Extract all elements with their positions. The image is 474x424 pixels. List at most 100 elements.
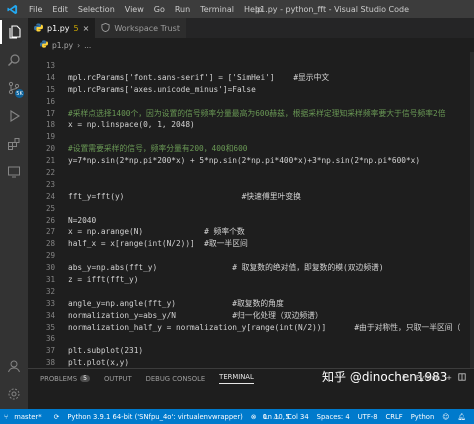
tab-label: OUTPUT <box>103 374 132 383</box>
menu-selection[interactable]: Selection <box>73 5 120 14</box>
code-line[interactable]: x = np.linspace(0, 1, 2048) <box>68 119 474 131</box>
code-comment-line[interactable]: #采样点选择1400个，因为设置的信号频率分量最高为600赫兹，根据采样定理知采… <box>68 108 474 120</box>
tab-p1-py[interactable]: p1.py 5 × <box>28 18 96 38</box>
encoding[interactable]: UTF-8 <box>354 413 382 421</box>
indentation[interactable]: Spaces: 4 <box>313 413 354 421</box>
tab-label: TERMINAL <box>219 373 254 381</box>
tab-debug-console[interactable]: DEBUG CONSOLE <box>146 375 206 383</box>
line-number: 23 <box>45 179 55 189</box>
line-number: 31 <box>45 275 55 285</box>
language-mode[interactable]: Python <box>407 413 439 421</box>
branch-indicator[interactable]: ⑂ master* <box>0 413 50 421</box>
code-line[interactable] <box>68 179 474 191</box>
breadcrumb-file[interactable]: p1.py <box>52 41 73 50</box>
menu-bar: File Edit Selection View Go Run Terminal… <box>24 5 267 14</box>
code-comment-line[interactable]: #设置需要采样的信号，频率分量有200，400和600 <box>68 143 474 155</box>
remote-explorer-icon[interactable] <box>0 160 28 184</box>
breadcrumb: p1.py › ... <box>28 38 474 52</box>
code-line[interactable]: mpl.rcParams['font.sans-serif'] = ['SimH… <box>68 72 474 84</box>
code-line[interactable] <box>68 167 474 179</box>
tab-label: PROBLEMS <box>40 374 78 383</box>
code-line[interactable]: N=2040 <box>68 215 474 227</box>
line-number: 26 <box>45 215 55 225</box>
code-line[interactable]: z = ifft(fft_y) <box>68 274 474 286</box>
run-debug-icon[interactable] <box>0 104 28 128</box>
menu-file[interactable]: File <box>24 5 47 14</box>
tab-output[interactable]: OUTPUT <box>104 375 132 383</box>
code-line[interactable]: x = np.arange(N) # 频率个数 <box>68 226 474 238</box>
code-line[interactable]: normalization_y=abs_y/N #归一化处理（双边频谱） <box>68 310 474 322</box>
line-number: 37 <box>45 346 55 356</box>
code-line[interactable]: plt.plot(x,y) <box>68 357 474 368</box>
code-line[interactable] <box>68 203 474 215</box>
line-ending[interactable]: CRLF <box>382 413 407 421</box>
line-number: 30 <box>45 263 55 273</box>
cursor-position[interactable]: Ln 10, Col 34 <box>260 413 313 421</box>
code-line[interactable]: mpl.rcParams['axes.unicode_minus']=False <box>68 84 474 96</box>
line-number: 15 <box>45 84 55 94</box>
line-number: 22 <box>45 168 55 178</box>
explorer-icon[interactable] <box>0 20 28 44</box>
tab-workspace-trust[interactable]: Workspace Trust <box>95 18 186 38</box>
python-interpreter[interactable]: Python 3.9.1 64-bit ('SNfpu_4o': virtual… <box>63 413 246 421</box>
code-line[interactable]: angle_y=np.angle(fft_y) #取复数的角度 <box>68 298 474 310</box>
panel-actions: Python + <box>402 373 466 383</box>
code-area[interactable]: mpl.rcParams['font.sans-serif'] = ['SimH… <box>68 60 474 368</box>
line-number: 18 <box>45 120 55 130</box>
extensions-icon[interactable] <box>0 132 28 156</box>
line-number: 13 <box>45 61 55 70</box>
line-number: 27 <box>45 227 55 237</box>
problems-count-badge: 5 <box>80 375 90 382</box>
sync-icon[interactable]: ⟳ <box>50 413 64 421</box>
tab-terminal[interactable]: TERMINAL <box>219 373 254 384</box>
code-line[interactable]: abs_y=np.abs(fft_y) # 取复数的绝对值，即复数的模(双边频谱… <box>68 262 474 274</box>
settings-gear-icon[interactable] <box>0 382 28 406</box>
add-terminal-icon[interactable]: + <box>446 374 452 382</box>
tab-label: p1.py <box>47 23 70 33</box>
line-number: 38 <box>45 358 55 368</box>
menu-terminal[interactable]: Terminal <box>195 5 239 14</box>
python-file-icon <box>34 22 43 34</box>
terminal-icon <box>402 373 410 383</box>
breadcrumb-more[interactable]: ... <box>84 41 91 50</box>
code-line[interactable] <box>68 333 474 345</box>
tab-label: Workspace Trust <box>114 23 180 33</box>
code-line[interactable] <box>68 250 474 262</box>
tab-problems[interactable]: PROBLEMS 5 <box>40 375 90 383</box>
line-number: 35 <box>45 322 55 332</box>
code-line[interactable]: y=7*np.sin(2*np.pi*200*x) + 5*np.sin(2*n… <box>68 155 474 167</box>
terminal-shell-dropdown[interactable]: Python <box>416 374 440 382</box>
close-tab-icon[interactable]: × <box>83 24 90 33</box>
menu-go[interactable]: Go <box>149 5 170 14</box>
tab-problem-count: 5 <box>73 23 79 33</box>
code-editor[interactable]: 13 14 15 16 17 18 19 20 21 22 23 24 25 26 27 28 29 30 31 32… <box>28 52 474 368</box>
line-number: 34 <box>45 310 55 320</box>
code-line[interactable] <box>68 96 474 108</box>
code-line[interactable] <box>68 60 474 72</box>
code-line[interactable]: plt.subplot(231) <box>68 345 474 357</box>
source-control-icon[interactable]: 5K <box>0 76 28 100</box>
notifications-bell-icon[interactable]: 🔔︎ <box>453 413 470 421</box>
code-line[interactable]: normalization_half_y = normalization_y[r… <box>68 322 474 334</box>
tab-label: DEBUG CONSOLE <box>145 374 206 383</box>
terminal-panel[interactable] <box>28 388 474 409</box>
menu-edit[interactable]: Edit <box>47 5 73 14</box>
code-line[interactable]: fft_y=fft(y) #快速傅里叶变换 <box>68 191 474 203</box>
line-number-gutter: 13 14 15 16 17 18 19 20 21 22 23 24 25 26 27 28 29 30 31 32… <box>28 60 58 368</box>
editor-tabs: p1.py 5 × Workspace Trust <box>28 18 474 38</box>
split-terminal-icon[interactable] <box>458 373 466 383</box>
activity-bar: 5K <box>0 18 28 409</box>
code-line[interactable] <box>68 131 474 143</box>
line-number: 33 <box>45 298 55 308</box>
line-number: 19 <box>45 132 55 142</box>
line-number: 16 <box>45 96 55 106</box>
line-number: 25 <box>45 203 55 213</box>
editor-scrollbar[interactable] <box>470 52 474 368</box>
menu-run[interactable]: Run <box>170 5 195 14</box>
code-line[interactable] <box>68 286 474 298</box>
account-icon[interactable] <box>0 354 28 378</box>
code-line[interactable]: half_x = x[range(int(N/2))] #取一半区间 <box>68 238 474 250</box>
feedback-icon[interactable]: ☺ <box>438 413 453 421</box>
search-icon[interactable] <box>0 48 28 72</box>
menu-view[interactable]: View <box>120 5 149 14</box>
